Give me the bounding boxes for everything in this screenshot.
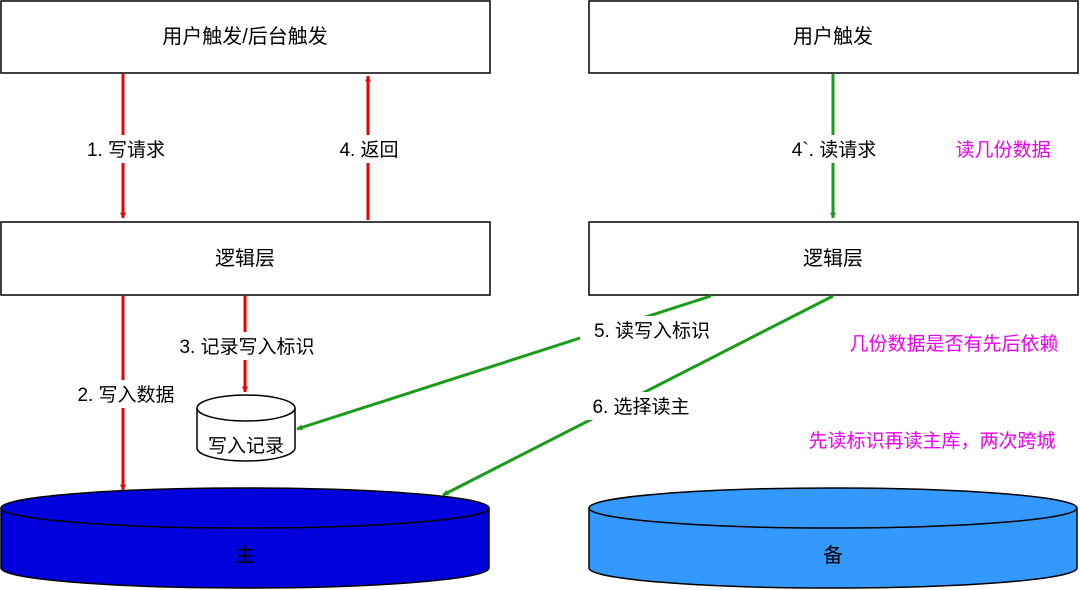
return-label-group: 4. 返回 bbox=[332, 135, 406, 163]
note-cross-city: 先读标识再读主库，两次跨城 bbox=[808, 430, 1055, 452]
read-write-flag-label: 5. 读写入标识 bbox=[594, 320, 710, 342]
write-record-label: 写入记录 bbox=[208, 435, 284, 457]
write-request-label-group: 1. 写请求 bbox=[78, 135, 174, 163]
record-write-flag-label: 3. 记录写入标识 bbox=[179, 336, 314, 358]
right-trigger-label: 用户触发 bbox=[793, 25, 873, 48]
master-database-label: 主 bbox=[235, 544, 255, 567]
diagram-canvas: 用户触发/后台触发 用户触发 逻辑层 逻辑层 1. 写请求 4. 返回 4`. … bbox=[0, 0, 1080, 590]
standby-database-label: 备 bbox=[823, 544, 843, 567]
master-database: 主 bbox=[0, 487, 490, 589]
write-data-label: 2. 写入数据 bbox=[77, 384, 174, 406]
read-write-flag-label-group: 5. 读写入标识 bbox=[580, 316, 724, 344]
note-copy-dependency: 几份数据是否有先后依赖 bbox=[849, 333, 1058, 355]
choose-read-master-label-group: 6. 选择读主 bbox=[580, 392, 702, 420]
right-trigger-box: 用户触发 bbox=[588, 0, 1079, 74]
write-request-label: 1. 写请求 bbox=[87, 139, 165, 161]
read-request-label: 4`. 读请求 bbox=[792, 139, 876, 161]
write-record-store: 写入记录 bbox=[196, 394, 296, 462]
left-logic-label: 逻辑层 bbox=[215, 247, 275, 270]
right-logic-box: 逻辑层 bbox=[588, 221, 1079, 296]
return-label: 4. 返回 bbox=[339, 139, 398, 161]
choose-read-master-label: 6. 选择读主 bbox=[592, 396, 689, 418]
right-logic-label: 逻辑层 bbox=[803, 247, 863, 270]
left-trigger-box: 用户触发/后台触发 bbox=[0, 0, 491, 74]
standby-database: 备 bbox=[588, 487, 1078, 589]
note-read-copies: 读几份数据 bbox=[955, 139, 1050, 161]
left-trigger-label: 用户触发/后台触发 bbox=[162, 25, 328, 48]
read-request-label-group: 4`. 读请求 bbox=[782, 135, 886, 163]
diagram-svg: 用户触发/后台触发 用户触发 逻辑层 逻辑层 1. 写请求 4. 返回 4`. … bbox=[0, 0, 1079, 589]
write-data-label-group: 2. 写入数据 bbox=[66, 380, 184, 408]
record-write-flag-label-group: 3. 记录写入标识 bbox=[164, 332, 330, 360]
left-logic-box: 逻辑层 bbox=[0, 221, 491, 296]
